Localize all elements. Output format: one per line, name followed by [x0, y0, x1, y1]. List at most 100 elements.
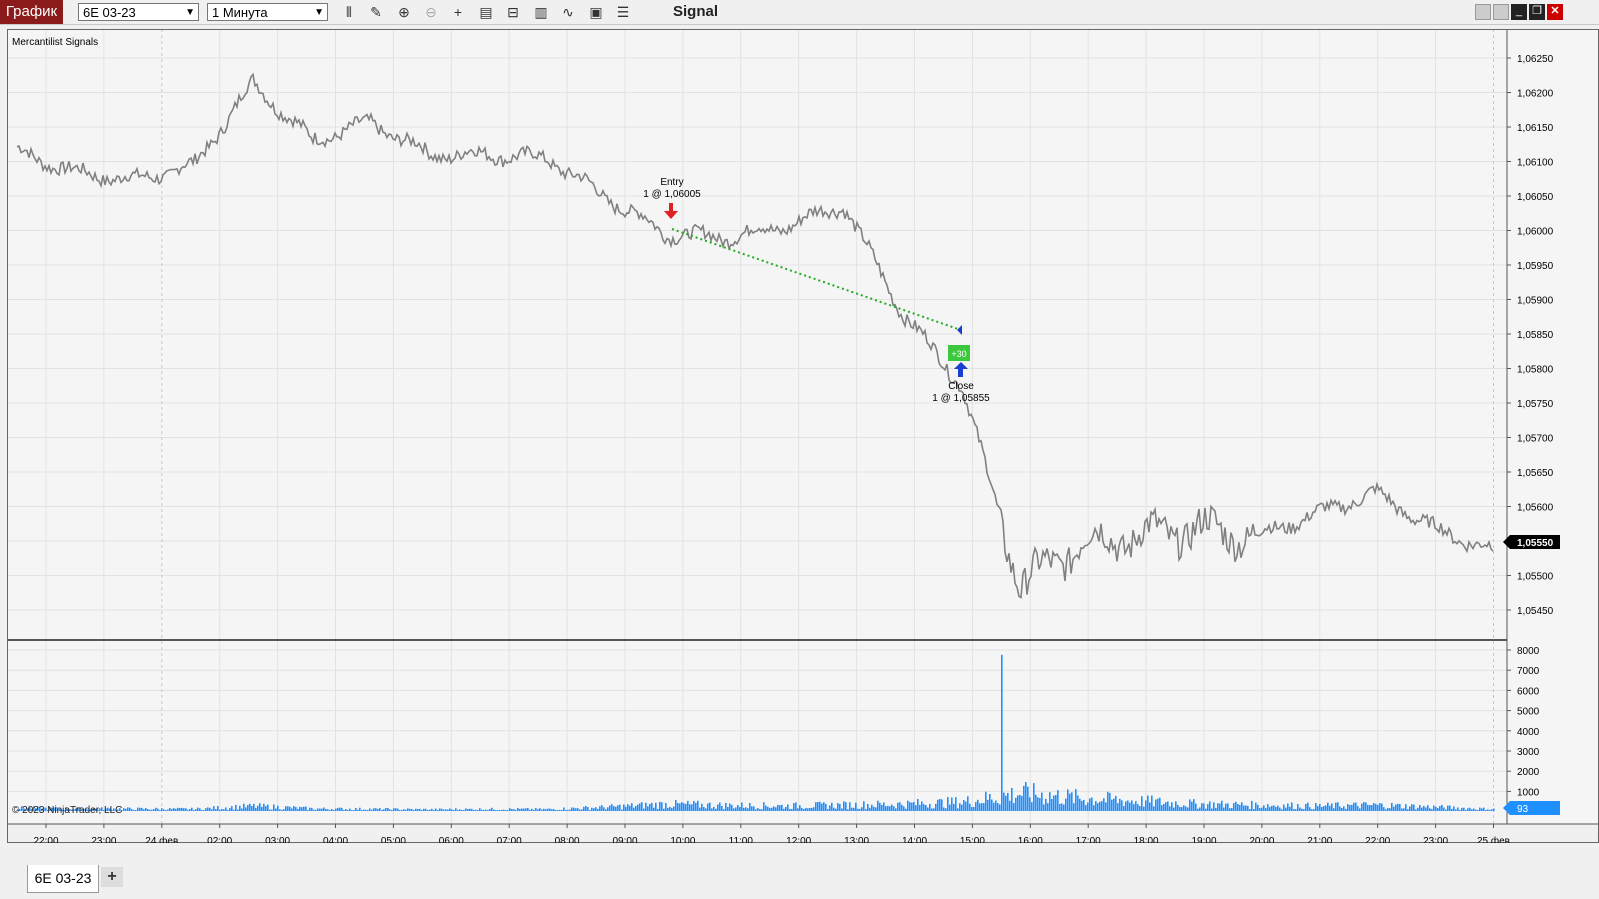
chart-area[interactable]: Entry 1 @ 1,06005 +30 Close 1 @ 1,05855 … — [7, 29, 1599, 847]
volume-tick-label: 3000 — [1517, 747, 1540, 758]
volume-bar — [495, 810, 497, 811]
volume-bar — [1097, 803, 1099, 811]
volume-bar — [1111, 799, 1113, 811]
minimize-icon[interactable]: _ — [1511, 4, 1527, 20]
volume-bar — [323, 807, 325, 811]
data-box-icon[interactable]: ▤ — [476, 3, 496, 21]
volume-bar — [1339, 806, 1341, 811]
volume-bar — [855, 802, 857, 811]
volume-bar — [1387, 808, 1389, 811]
volume-bar — [861, 807, 863, 811]
price-axis-background — [1507, 29, 1599, 824]
menu-icon[interactable]: ☰ — [613, 3, 633, 21]
volume-bar — [995, 800, 997, 811]
volume-bar — [961, 804, 963, 811]
volume-bar — [1023, 785, 1025, 811]
volume-bar — [793, 803, 795, 811]
volume-bar — [893, 806, 895, 811]
price-tick-label: 1,06200 — [1517, 89, 1554, 100]
volume-bar — [179, 808, 181, 811]
volume-bar — [211, 809, 213, 811]
volume-bar — [1325, 805, 1327, 811]
volume-bar — [791, 809, 793, 811]
volume-bar — [669, 806, 671, 811]
volume-bar — [155, 807, 157, 811]
volume-bar — [579, 809, 581, 811]
volume-bar — [1057, 790, 1059, 811]
volume-bar — [599, 806, 601, 811]
tile-icon[interactable] — [1475, 4, 1491, 20]
volume-bar — [185, 808, 187, 811]
maximize-icon[interactable]: ❐ — [1529, 4, 1545, 20]
templates-icon[interactable]: ▣ — [586, 3, 606, 21]
volume-bar — [1231, 808, 1233, 811]
volume-bar — [1241, 802, 1243, 811]
volume-bar — [1477, 810, 1479, 811]
volume-bar — [237, 809, 239, 811]
volume-bar — [805, 807, 807, 811]
volume-bar — [715, 808, 717, 811]
volume-bar — [621, 809, 623, 811]
volume-bar — [989, 794, 991, 811]
volume-bar — [169, 807, 171, 811]
volume-bar — [1399, 804, 1401, 811]
volume-bar — [1441, 804, 1443, 811]
volume-bar — [487, 810, 489, 811]
close-icon[interactable]: ✕ — [1547, 4, 1563, 20]
volume-bar — [541, 809, 543, 811]
volume-bar — [297, 809, 299, 811]
zoom-in-icon[interactable]: ⊕ — [394, 3, 414, 21]
volume-bar — [241, 808, 243, 811]
zoom-out-icon[interactable]: ⊖ — [421, 3, 441, 21]
instrument-value: 6E 03-23 — [83, 5, 136, 20]
volume-bar — [1037, 797, 1039, 811]
volume-bar — [945, 808, 947, 811]
interval-select[interactable]: 1 Минута ▼ — [207, 3, 328, 21]
volume-bar — [1123, 806, 1125, 811]
volume-bar — [775, 807, 777, 811]
volume-bar — [829, 805, 831, 811]
properties-icon[interactable]: ⊟ — [503, 3, 523, 21]
volume-bar — [873, 806, 875, 811]
volume-bar — [1031, 802, 1033, 811]
volume-bar — [733, 808, 735, 811]
volume-bar — [813, 807, 815, 811]
volume-bar — [279, 809, 281, 811]
volume-bar — [1221, 800, 1223, 811]
volume-bar — [507, 809, 509, 811]
bar-type-icon[interactable]: ⫴ — [339, 3, 359, 21]
volume-bar — [513, 809, 515, 811]
tab-instrument[interactable]: 6E 03-23 — [27, 865, 99, 893]
time-tick-label: 07:00 — [497, 836, 522, 843]
instrument-select[interactable]: 6E 03-23 ▼ — [78, 3, 199, 21]
volume-bar — [769, 807, 771, 811]
volume-bar — [1171, 802, 1173, 811]
volume-bar — [1075, 789, 1077, 811]
volume-bar — [425, 808, 427, 811]
volume-bar — [253, 803, 255, 811]
tile-alt-icon[interactable] — [1493, 4, 1509, 20]
time-tick-label: 10:00 — [670, 836, 695, 843]
volume-bar — [1347, 804, 1349, 811]
volume-bar — [1087, 802, 1089, 811]
pencil-icon[interactable]: ✎ — [366, 3, 386, 21]
volume-bar — [783, 808, 785, 811]
volume-bar — [1159, 797, 1161, 811]
volume-bar — [763, 802, 765, 811]
volume-bar — [1493, 808, 1495, 811]
volume-bar — [1151, 795, 1153, 811]
volume-bar — [257, 805, 259, 811]
volume-bar — [923, 804, 925, 811]
indicators-icon[interactable]: ▥ — [531, 3, 551, 21]
volume-tick-label: 8000 — [1517, 646, 1540, 657]
volume-bar — [767, 806, 769, 811]
app-menu-button[interactable]: График — [0, 0, 63, 24]
volume-bar — [901, 804, 903, 811]
volume-bar — [941, 799, 943, 811]
volume-bar — [481, 809, 483, 811]
strategies-icon[interactable]: ∿ — [558, 3, 578, 21]
volume-bar — [747, 808, 749, 811]
crosshair-icon[interactable]: + — [448, 3, 468, 21]
volume-bar — [1381, 803, 1383, 811]
add-tab-button[interactable]: + — [101, 867, 123, 887]
